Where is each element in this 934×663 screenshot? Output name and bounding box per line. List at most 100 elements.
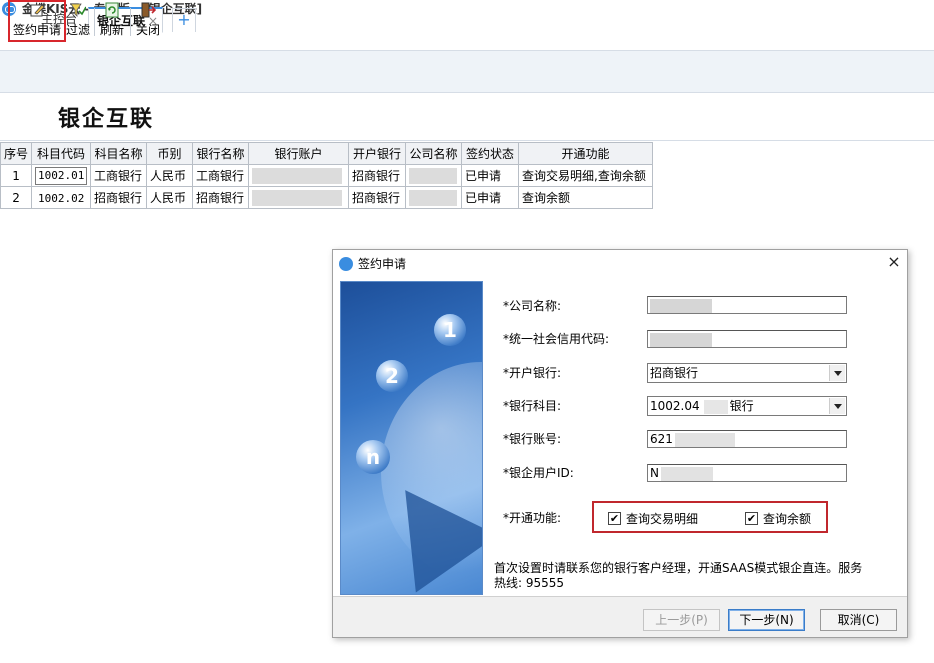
cell-currency: 人民币 [146,186,194,209]
code-cell-editor[interactable]: 1002.01 [35,166,88,185]
function-options-group: ✔ 查询交易明细 ✔ 查询余额 [592,501,828,533]
cell-account [248,164,350,187]
prev-step-button[interactable]: 上一步(P) [643,609,720,631]
bank-subject-code: 1002.04 [650,399,700,413]
redacted-account [252,189,343,206]
refresh-button[interactable]: 刷新 [98,2,126,40]
user-id-value: N [650,466,659,480]
cell-code[interactable]: 1002.01 [31,164,92,187]
cell-company [405,164,463,187]
add-tab-icon[interactable]: + [172,8,196,32]
col-header-account[interactable]: 银行账户 [248,142,350,165]
redacted-user-id [660,466,713,481]
next-step-button[interactable]: 下一步(N) [728,609,805,631]
step-one-bubble: 1 [434,314,466,346]
step-two-bubble: 2 [376,360,408,392]
cell-no: 2 [0,186,33,209]
cell-status: 已申请 [461,186,520,209]
cell-open-bank: 招商银行 [348,164,407,187]
user-id-label: *银企用户ID: [503,466,574,480]
open-bank-select[interactable]: 招商银行 [647,363,847,383]
exit-icon [141,2,156,18]
table-row[interactable]: 2 1002.02 招商银行 人民币 招商银行 招商银行 已申请 查询余额 [0,186,654,209]
col-header-func[interactable]: 开通功能 [518,142,654,165]
chevron-down-icon[interactable] [829,365,845,381]
cell-currency: 人民币 [146,164,194,187]
redacted-account [252,167,343,184]
cell-open-bank: 招商银行 [348,186,407,209]
bank-account-label: *银行账号: [503,432,562,446]
bank-subject-name: 银行 [729,399,754,413]
filter-button[interactable]: 过滤 [64,2,92,40]
col-header-code[interactable]: 科目代码 [31,142,92,165]
toolbar [0,51,934,93]
col-header-open-bank[interactable]: 开户银行 [348,142,407,165]
credit-code-label: *统一社会信用代码: [503,332,610,346]
bank-subject-select[interactable]: 1002.04 银行 [647,396,847,416]
redacted-company [409,189,458,206]
cell-company [405,186,463,209]
col-header-name[interactable]: 科目名称 [90,142,148,165]
cell-name: 工商银行 [90,164,148,187]
bank-account-field[interactable]: 621 [647,430,847,448]
redacted-account-number [674,432,735,447]
company-name-field[interactable] [647,296,847,314]
table-header-row: 序号 科目代码 科目名称 币别 银行名称 银行账户 开户银行 公司名称 签约状态… [0,142,654,165]
sign-apply-dialog: 签约申请 × 1 2 n *公司名称: *统一社会信用代码: *开户银行: 招商… [332,249,908,638]
sign-apply-label: 签约申请 [12,23,61,37]
refresh-icon [105,2,119,18]
dialog-app-icon [339,257,353,271]
dialog-illustration: 1 2 n [340,281,483,595]
credit-code-field[interactable] [647,330,847,348]
query-balance-checkbox[interactable]: ✔ [745,512,758,525]
col-header-status[interactable]: 签约状态 [461,142,520,165]
dialog-footer: 上一步(P) 下一步(N) 取消(C) [333,596,907,637]
bank-account-value: 621 [650,432,673,446]
company-name-label: *公司名称: [503,299,562,313]
query-balance-label[interactable]: 查询余额 [763,510,811,527]
filter-icon [70,3,86,17]
cell-name: 招商银行 [90,186,148,209]
cell-account [248,186,350,209]
bank-account-table: 序号 科目代码 科目名称 币别 银行名称 银行账户 开户银行 公司名称 签约状态… [0,142,654,209]
col-header-company[interactable]: 公司名称 [405,142,463,165]
chevron-down-icon[interactable] [829,398,845,414]
toolbar-divider [130,8,131,36]
user-id-field[interactable]: N [647,464,847,482]
cell-code[interactable]: 1002.02 [31,186,92,209]
cell-func: 查询余额 [518,186,654,209]
open-bank-value: 招商银行 [650,366,699,380]
cell-bank: 工商银行 [192,164,250,187]
redacted-subject-name [703,399,728,414]
redacted-company [409,167,458,184]
step-n-bubble: n [356,440,390,474]
redacted-company-name [650,298,712,313]
code-cell-text: 1002.02 [38,191,85,205]
sign-apply-button[interactable]: 签约申请 [8,0,66,42]
dialog-title: 签约申请 [358,257,407,271]
close-page-button[interactable]: 关闭 [134,2,162,40]
dialog-close-icon[interactable]: × [884,252,904,272]
filter-label: 过滤 [65,23,90,37]
col-header-no[interactable]: 序号 [0,142,33,165]
cell-status: 已申请 [461,164,520,187]
redacted-credit-code [650,332,712,347]
edit-icon [30,4,45,17]
hotline-note: 首次设置时请联系您的银行客户经理，开通SAAS模式银企直连。服务热线: 9555… [494,561,863,590]
cell-no: 1 [0,164,33,187]
refresh-label: 刷新 [99,23,124,37]
query-detail-checkbox[interactable]: ✔ [608,512,621,525]
divider [0,140,934,141]
query-detail-label[interactable]: 查询交易明细 [626,510,698,527]
toolbar-divider [94,8,95,36]
cancel-button[interactable]: 取消(C) [820,609,897,631]
col-header-currency[interactable]: 币别 [146,142,194,165]
col-header-bank[interactable]: 银行名称 [192,142,250,165]
cell-bank: 招商银行 [192,186,250,209]
table-row[interactable]: 1 1002.01 工商银行 人民币 工商银行 招商银行 已申请 查询交易明细,… [0,164,654,187]
function-label: *开通功能: [503,511,562,525]
open-bank-label: *开户银行: [503,366,562,380]
bank-subject-label: *银行科目: [503,399,562,413]
page-title: 银企互联 [58,106,155,132]
close-page-label: 关闭 [135,23,160,37]
